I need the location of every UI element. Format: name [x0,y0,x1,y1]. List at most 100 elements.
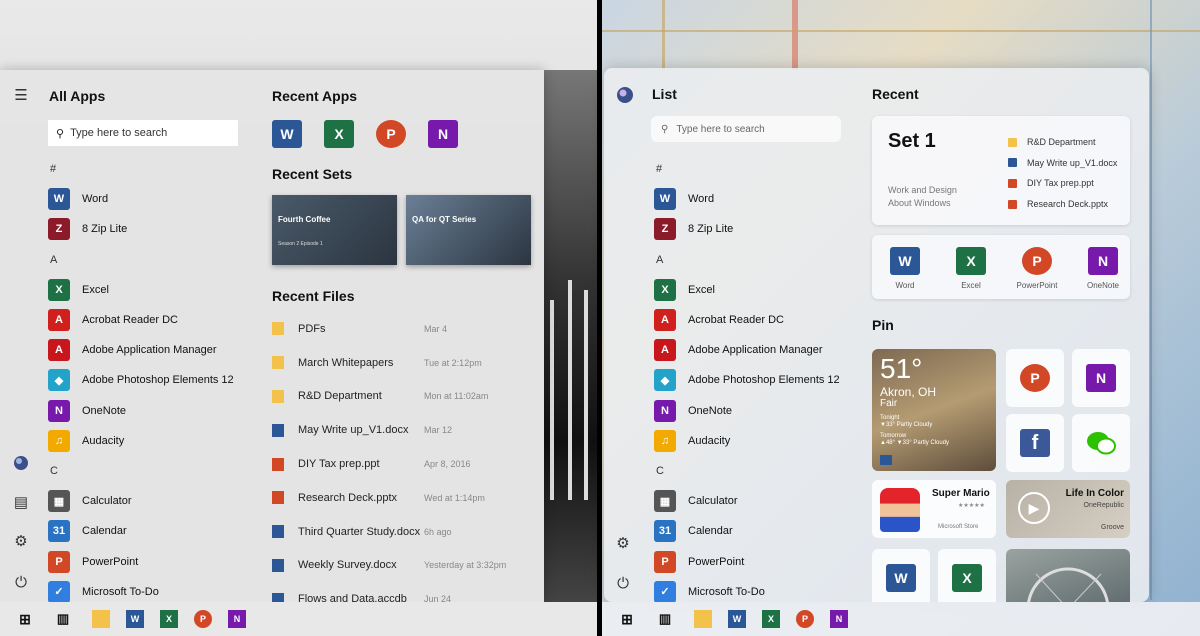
powerpoint-icon[interactable]: P [796,610,814,628]
word-file-icon [272,592,284,602]
list-item[interactable]: N OneNote [654,396,854,426]
folder-icon[interactable] [92,610,110,628]
office-app[interactable]: N OneNote [1070,247,1136,290]
file-row[interactable]: PDFs Mar 4 [272,312,522,346]
list-item[interactable]: W Word [654,184,854,214]
office-app[interactable]: X Excel [938,247,1004,290]
list-item[interactable]: ▦ Calculator [48,486,248,516]
pin-excel-tile[interactable]: X [938,549,996,602]
onenote-icon[interactable]: N [228,610,246,628]
photoshop-icon: ◆ [48,369,70,392]
set-file[interactable]: May Write up_V1.docx [1008,153,1117,174]
search-input[interactable]: ⚲ Type here to search [48,120,238,146]
task-view-icon[interactable]: ▥ [656,610,674,628]
photoshop-icon: ◆ [654,369,676,392]
set-file[interactable]: DIY Tax prep.ppt [1008,173,1117,194]
word-icon[interactable]: W [126,610,144,628]
pin-powerpoint-tile[interactable]: P [1006,349,1064,407]
list-item[interactable]: P PowerPoint [654,546,854,576]
list-item[interactable]: P PowerPoint [48,546,248,576]
acrobat-icon: A [48,309,70,332]
list-item[interactable]: N OneNote [48,396,248,426]
list-item[interactable]: A Adobe Application Manager [654,335,854,365]
pin-word-tile[interactable]: W [872,549,930,602]
office-app[interactable]: W Word [872,247,938,290]
list-item[interactable]: ♫ Audacity [48,426,248,456]
file-explorer-icon[interactable]: ▤ [12,493,30,511]
list-item[interactable]: ♫ Audacity [654,426,854,456]
onenote-icon[interactable]: N [830,610,848,628]
list-item[interactable]: ▦ Calculator [654,486,854,516]
file-name: DIY Tax prep.ppt [298,458,380,471]
windows-start-icon[interactable]: ⊞ [618,610,636,628]
powerpoint-icon[interactable]: P [376,120,406,148]
pin-facebook-tile[interactable]: f [1006,414,1064,472]
file-row[interactable]: Weekly Survey.docx Yesterday at 3:32pm [272,549,522,583]
excel-icon[interactable]: X [762,610,780,628]
app-label: Audacity [82,434,125,447]
file-row[interactable]: Research Deck.pptx Wed at 1:14pm [272,481,522,515]
pin-wechat-tile[interactable] [1072,414,1130,472]
power-icon[interactable]: ⏻ [12,573,30,591]
music-tile[interactable]: ▶ Life In Color OneRepublic Groove [1006,480,1130,538]
powerpoint-icon[interactable]: P [194,610,212,628]
settings-icon[interactable]: ⚙ [12,532,30,550]
office-app[interactable]: P PowerPoint [1004,247,1070,290]
list-item[interactable]: ◆ Adobe Photoshop Elements 12 [48,365,248,395]
excel-icon[interactable]: X [324,120,354,148]
file-row[interactable]: March Whitepapers Tue at 2:12pm [272,346,522,380]
pin-onenote-tile[interactable]: N [1072,349,1130,407]
list-item[interactable]: Z 8 Zip Lite [48,214,248,244]
list-item[interactable]: A Adobe Application Manager [48,335,248,365]
list-item[interactable]: 31 Calendar [48,516,248,546]
list-item[interactable]: A Acrobat Reader DC [48,305,248,335]
app-label: OneNote [82,404,127,417]
list-item[interactable]: W Word [48,184,248,214]
list-item[interactable]: ✓ Microsoft To-Do [654,577,854,602]
file-row[interactable]: Third Quarter Study.docx 6h ago [272,515,522,549]
globe-icon[interactable] [12,454,30,472]
set-file[interactable]: Research Deck.pptx [1008,194,1117,215]
file-date: Yesterday at 3:32pm [424,560,507,571]
weather-tomorrow: ▲48° ▼33° Partly Cloudy [880,440,950,446]
file-date: Tue at 2:12pm [424,357,482,368]
left-rail: ☰ ▤ ⚙ ⏻ [0,70,40,602]
weather-tile[interactable]: 51° Akron, OH Fair Tonight ▼33° Partly C… [872,349,996,471]
list-item[interactable]: ◆ Adobe Photoshop Elements 12 [654,365,854,395]
mario-tile[interactable]: Super Mario ★★★★★ Microsoft Store [872,480,996,538]
file-row[interactable]: May Write up_V1.docx Mar 12 [272,413,522,447]
list-item[interactable]: A Acrobat Reader DC [654,305,854,335]
hamburger-icon[interactable]: ☰ [12,86,30,104]
list-item[interactable]: X Excel [654,275,854,305]
list-item[interactable]: 31 Calendar [654,516,854,546]
set-card[interactable]: Set 1 Work and Design About Windows R&D … [872,116,1130,225]
onenote-icon[interactable]: N [428,120,458,148]
windows-start-icon[interactable]: ⊞ [16,610,34,628]
task-view-icon[interactable]: ▥ [54,610,72,628]
excel-icon[interactable]: X [160,610,178,628]
avatar-icon[interactable] [616,86,634,109]
app-list: # W Word Z 8 Zip Lite A X Excel A Acrobat Reader … [654,154,854,602]
file-row[interactable]: Flows and Data.accdb Jun 24 [272,582,522,602]
word-icon[interactable]: W [728,610,746,628]
app-label: Adobe Photoshop Elements 12 [688,374,840,387]
set-card[interactable]: QA for QT Series [406,195,531,265]
office-app-label: Excel [961,281,981,290]
search-input[interactable]: ⚲ Type here to search [651,116,841,142]
folder-icon[interactable] [694,610,712,628]
word-file-icon [272,423,284,437]
file-row[interactable]: DIY Tax prep.ppt Apr 8, 2016 [272,447,522,481]
file-row[interactable]: R&D Department Mon at 11:02am [272,380,522,414]
list-item[interactable]: Z 8 Zip Lite [654,214,854,244]
word-icon[interactable]: W [272,120,302,148]
play-icon[interactable]: ▶ [1018,492,1050,524]
list-item[interactable]: X Excel [48,275,248,305]
photo-tile[interactable] [1006,549,1130,602]
settings-icon[interactable]: ⚙ [614,534,632,552]
set-file[interactable]: R&D Department [1008,132,1117,153]
weather-condition: Fair [880,398,898,409]
set-card[interactable]: Fourth Coffee Season 2 Episode 1 [272,195,397,265]
set-title: QA for QT Series [412,215,477,224]
list-item[interactable]: ✓ Microsoft To-Do [48,577,248,602]
power-icon[interactable]: ⏻ [614,574,632,592]
